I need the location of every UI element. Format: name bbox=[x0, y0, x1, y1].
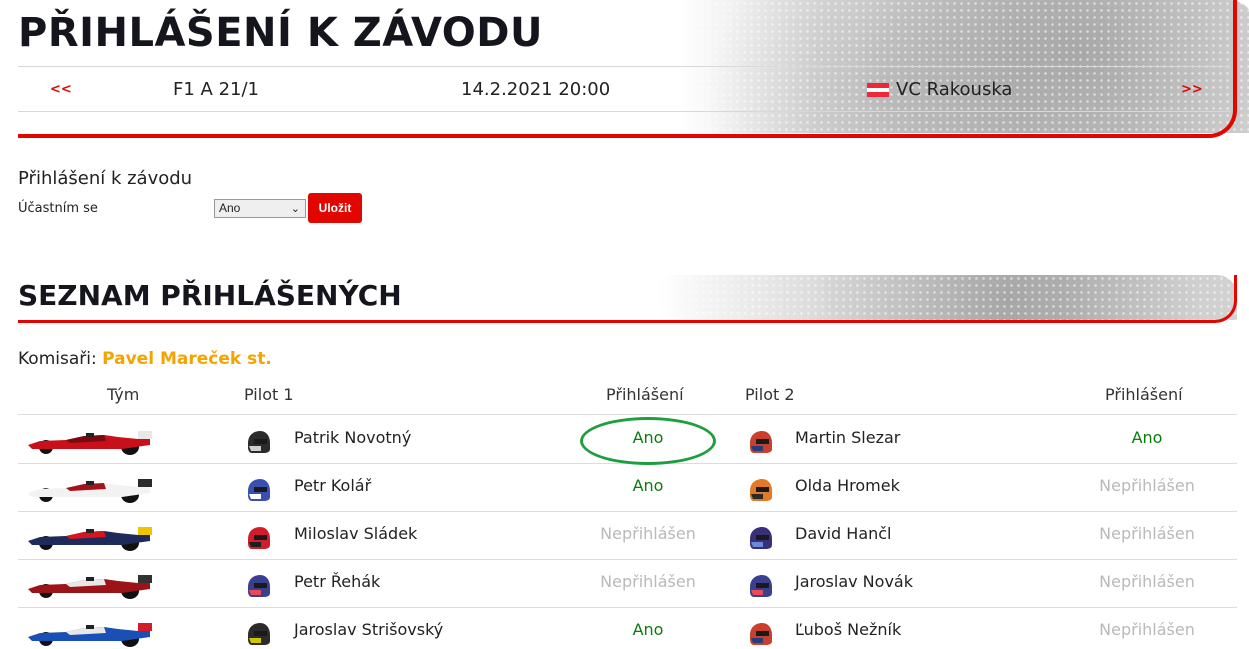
pilot1-name[interactable]: Patrik Novotný bbox=[294, 428, 411, 447]
pilot1-name[interactable]: Petr Kolář bbox=[294, 476, 371, 495]
steward-name[interactable]: Pavel Mareček st. bbox=[102, 349, 272, 369]
pilot2-helmet-icon bbox=[747, 429, 773, 455]
pilot2-name[interactable]: Martin Slezar bbox=[795, 428, 900, 447]
participate-select[interactable]: Ano ⌄ bbox=[214, 199, 306, 218]
race-navigation: << F1 A 21/1 14.2.2021 20:00 VC Rakouska… bbox=[18, 66, 1230, 112]
pilot1-name[interactable]: Petr Řehák bbox=[294, 572, 380, 591]
pilot1-registration-status: Nepřihlášen bbox=[600, 572, 696, 591]
pilot2-name[interactable]: Olda Hromek bbox=[795, 476, 900, 495]
race-datetime: 14.2.2021 20:00 bbox=[461, 79, 611, 100]
highlight-circle bbox=[580, 417, 716, 465]
pilot1-registration-status: Ano bbox=[632, 620, 664, 639]
stewards-label: Komisaři: bbox=[18, 349, 97, 369]
pilot2-registration-status: Ano bbox=[1131, 428, 1163, 447]
pilot1-helmet-icon bbox=[245, 429, 271, 455]
next-race-link[interactable]: >> bbox=[1181, 82, 1203, 97]
pilot2-name[interactable]: Jaroslav Novák bbox=[795, 572, 913, 591]
page-title: PŘIHLÁŠENÍ K ZÁVODU bbox=[18, 10, 543, 56]
race-header: PŘIHLÁŠENÍ K ZÁVODU << F1 A 21/1 14.2.20… bbox=[18, 0, 1249, 138]
red-bull-car-icon bbox=[26, 523, 154, 551]
column-header-pilot1: Pilot 1 bbox=[244, 385, 294, 404]
table-row: Jaroslav Strišovský Ano Ľuboš Nežník Nep… bbox=[18, 607, 1237, 649]
previous-race-link[interactable]: << bbox=[50, 82, 72, 97]
table-row: Petr Kolář Ano Olda Hromek Nepřihlášen bbox=[18, 463, 1237, 511]
pilot2-helmet-icon bbox=[747, 525, 773, 551]
registered-list-header: SEZNAM PŘIHLÁŠENÝCH bbox=[18, 275, 1237, 323]
table-row: Petr Řehák Nepřihlášen Jaroslav Novák Ne… bbox=[18, 559, 1237, 607]
pilot1-helmet-icon bbox=[245, 525, 271, 551]
pilot2-registration-status: Nepřihlášen bbox=[1099, 476, 1195, 495]
pilot2-registration-status: Nepřihlášen bbox=[1099, 620, 1195, 639]
column-header-team: Tým bbox=[107, 385, 140, 404]
registration-form-title: Přihlášení k závodu bbox=[18, 168, 193, 189]
ferrari-car-icon bbox=[26, 427, 154, 455]
austria-flag-icon bbox=[866, 82, 890, 98]
participate-label: Účastním se bbox=[18, 201, 98, 216]
pilot2-name[interactable]: Ľuboš Nežník bbox=[795, 620, 901, 639]
race-code: F1 A 21/1 bbox=[173, 79, 259, 100]
save-button[interactable]: Uložit bbox=[308, 193, 362, 223]
pilot1-helmet-icon bbox=[245, 573, 271, 599]
pilot2-helmet-icon bbox=[747, 477, 773, 503]
table-row: Miloslav Sládek Nepřihlášen David Hančl … bbox=[18, 511, 1237, 559]
pilot2-helmet-icon bbox=[747, 573, 773, 599]
participate-select-value: Ano bbox=[219, 201, 241, 215]
column-header-pilot2: Pilot 2 bbox=[745, 385, 795, 404]
pilot2-registration-status: Nepřihlášen bbox=[1099, 524, 1195, 543]
race-name: VC Rakouska bbox=[896, 79, 1013, 100]
stewards-line: Komisaři: Pavel Mareček st. bbox=[18, 349, 272, 369]
column-header-registration2: Přihlášení bbox=[1105, 385, 1183, 404]
haas-car-icon bbox=[26, 571, 154, 599]
registered-list-title: SEZNAM PŘIHLÁŠENÝCH bbox=[18, 279, 402, 312]
alfa-romeo-car-icon bbox=[26, 475, 154, 503]
pilot1-name[interactable]: Miloslav Sládek bbox=[294, 524, 417, 543]
pilot1-helmet-icon bbox=[245, 477, 271, 503]
chevron-down-icon: ⌄ bbox=[290, 203, 300, 215]
pilot1-registration-status: Nepřihlášen bbox=[600, 524, 696, 543]
pilot1-name[interactable]: Jaroslav Strišovský bbox=[294, 620, 443, 639]
column-header-registration1: Přihlášení bbox=[606, 385, 684, 404]
pilot2-helmet-icon bbox=[747, 621, 773, 647]
pilot2-name[interactable]: David Hančl bbox=[795, 524, 892, 543]
pilot1-registration-status: Ano bbox=[632, 476, 664, 495]
pilot1-helmet-icon bbox=[245, 621, 271, 647]
pilot2-registration-status: Nepřihlášen bbox=[1099, 572, 1195, 591]
alpine-car-icon bbox=[26, 619, 154, 647]
